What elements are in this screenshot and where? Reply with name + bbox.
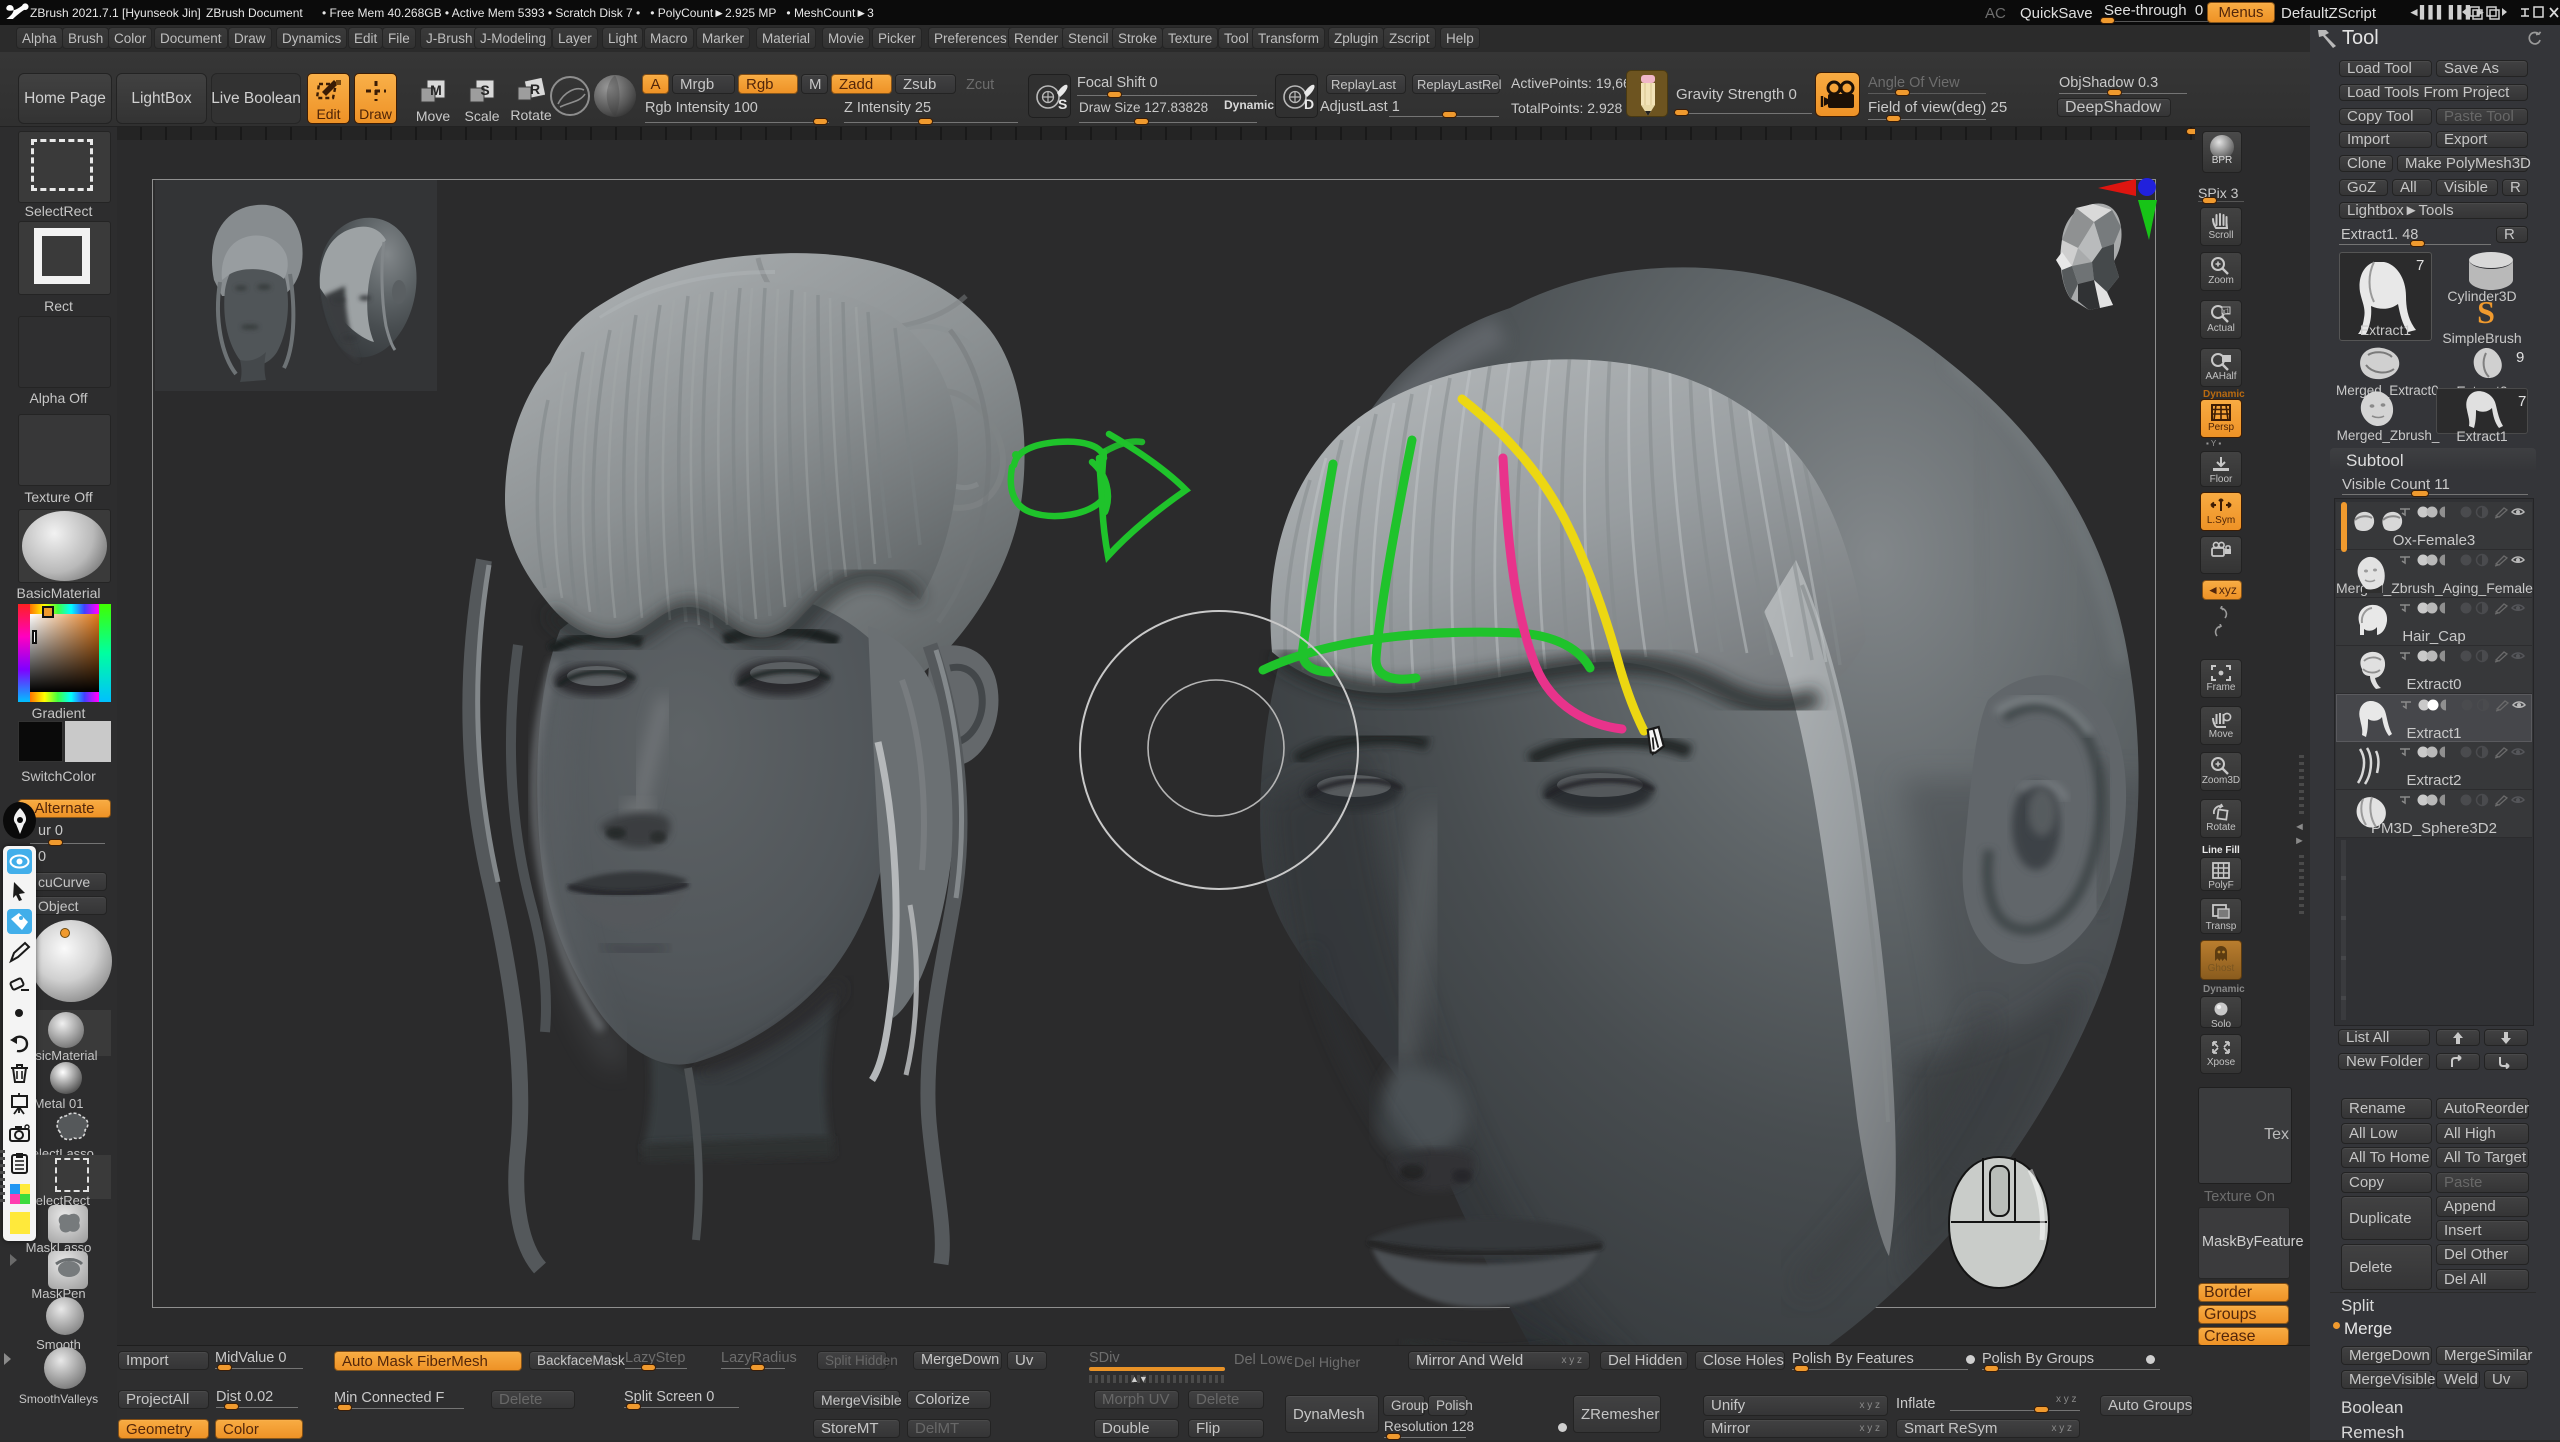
svg-text:S: S [480,82,489,98]
svg-text:D: D [1304,96,1314,112]
svg-text:x1: x1 [2222,309,2230,316]
svg-text:S: S [2477,296,2495,330]
svg-text:S: S [1058,96,1067,112]
svg-text:R: R [530,81,540,97]
svg-text:M: M [430,82,442,98]
